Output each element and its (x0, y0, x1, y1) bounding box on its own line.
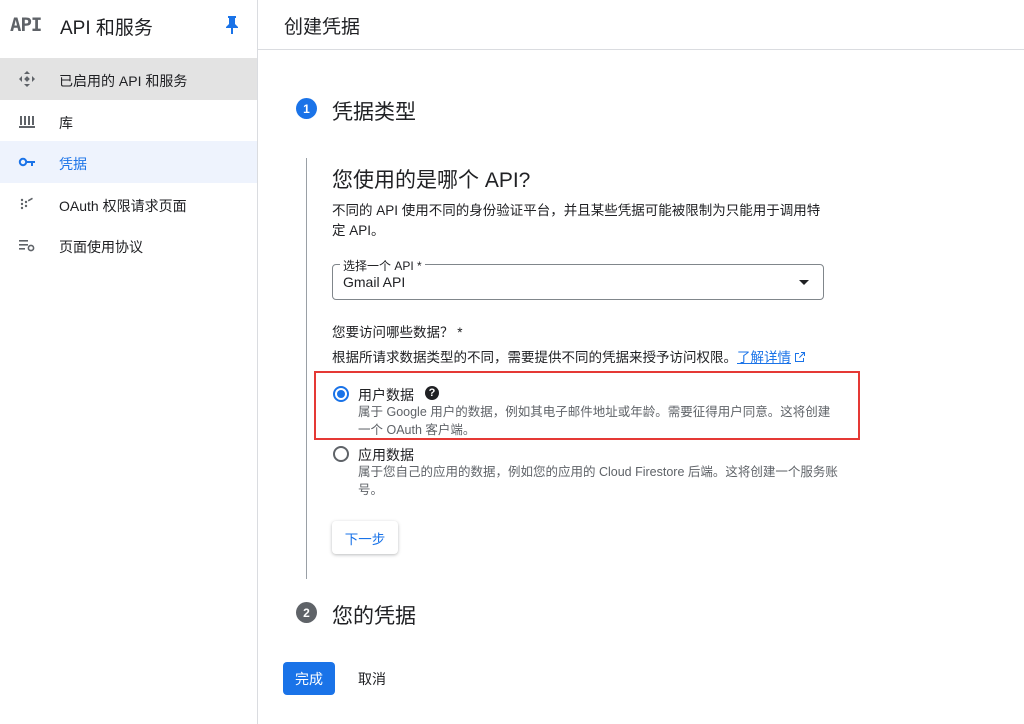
page-title: 创建凭据 (284, 17, 361, 38)
sidebar: API API 和服务 已启用的 API 和服务 库 凭据 OAuth 权限请求… (0, 0, 258, 724)
api-question-title: 您使用的是哪个 API? (332, 169, 531, 192)
cancel-button[interactable]: 取消 (349, 662, 395, 695)
data-question: 您要访问哪些数据？ * (332, 325, 463, 340)
external-link-icon (795, 352, 805, 362)
sidebar-header: API API 和服务 (0, 0, 257, 50)
main-content: 1 凭据类型 您使用的是哪个 API? 不同的 API 使用不同的身份验证平台，… (258, 50, 1024, 724)
library-icon (19, 115, 35, 128)
radio-user-data[interactable] (333, 386, 349, 402)
step-2-number: 2 (296, 602, 317, 623)
sidebar-item-oauth-consent[interactable]: OAuth 权限请求页面 (0, 183, 257, 225)
radio-app-data[interactable] (333, 446, 349, 462)
option-user-data-title: 用户数据 (358, 387, 414, 403)
sidebar-item-label: OAuth 权限请求页面 (59, 197, 187, 214)
sidebar-item-label: 页面使用协议 (59, 239, 143, 255)
api-logo: API (10, 14, 42, 36)
step-1-number: 1 (296, 98, 317, 119)
sidebar-item-library[interactable]: 库 (0, 100, 257, 142)
stepper-line (306, 158, 307, 579)
learn-more-text: 了解详情 (737, 350, 791, 365)
option-app-data-title: 应用数据 (358, 447, 414, 463)
chevron-down-icon (799, 280, 809, 285)
diamond-arrows-icon (19, 71, 35, 87)
option-app-data-description: 属于您自己的应用的数据，例如您的应用的 Cloud Firestore 后端。这… (358, 465, 838, 497)
sidebar-item-label: 凭据 (59, 156, 87, 172)
settings-list-icon (19, 240, 35, 252)
done-button[interactable]: 完成 (283, 662, 335, 695)
sidebar-item-label: 库 (59, 114, 73, 131)
next-button[interactable]: 下一步 (332, 521, 398, 554)
step-1-label: 凭据类型 (332, 101, 416, 124)
oauth-consent-icon (20, 197, 33, 209)
sidebar-title: API 和服务 (60, 18, 153, 39)
data-description-text: 根据所请求数据类型的不同，需要提供不同的凭据来授予访问权限。 (332, 350, 737, 365)
sidebar-nav: 已启用的 API 和服务 库 凭据 OAuth 权限请求页面 页面使用协议 (0, 58, 257, 266)
pin-icon[interactable] (224, 15, 240, 35)
api-select-value: Gmail API (343, 274, 406, 290)
sidebar-item-enabled-apis[interactable]: 已启用的 API 和服务 (0, 58, 257, 100)
api-question-description: 不同的 API 使用不同的身份验证平台，并且某些凭据可能被限制为只能用于调用特定… (332, 203, 821, 238)
page-header: 创建凭据 (258, 0, 1024, 50)
data-description: 根据所请求数据类型的不同，需要提供不同的凭据来授予访问权限。了解详情 (332, 346, 806, 366)
api-select[interactable]: 选择一个 API * Gmail API (332, 257, 824, 300)
key-icon (18, 157, 35, 167)
help-icon[interactable]: ? (425, 386, 439, 400)
sidebar-item-page-usage[interactable]: 页面使用协议 (0, 224, 257, 266)
sidebar-item-credentials[interactable]: 凭据 (0, 141, 257, 183)
sidebar-item-label: 已启用的 API 和服务 (59, 73, 188, 89)
option-user-data-description: 属于 Google 用户的数据，例如其电子邮件地址或年龄。需要征得用户同意。这将… (358, 405, 831, 437)
api-select-label: 选择一个 API * (340, 257, 425, 274)
learn-more-link[interactable]: 了解详情 (737, 350, 806, 365)
step-2-label: 您的凭据 (332, 605, 416, 628)
